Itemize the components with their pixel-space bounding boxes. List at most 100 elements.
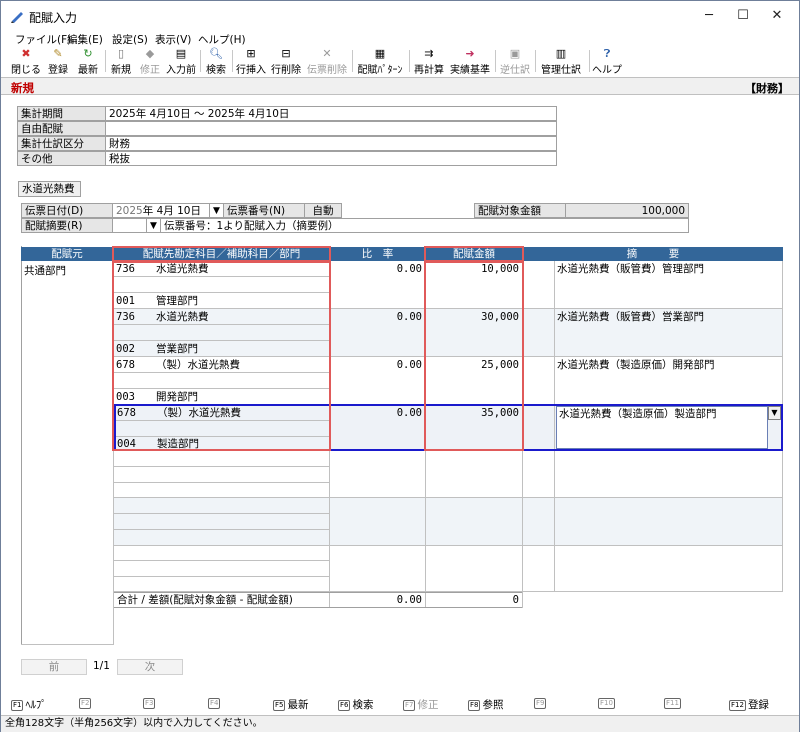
memo-cell[interactable]: 水道光熱費（販管費）管理部門 [557, 263, 704, 276]
table-row[interactable]: 678 （製）水道光熱費 003 開発部門 0.00 25,000 水道光熱費（… [114, 357, 782, 405]
slip-date-field[interactable]: 2025年 4月 10日 [112, 203, 210, 218]
fkey-f2[interactable]: F2 [79, 697, 93, 709]
fkey-f7[interactable]: F7 修正 [403, 697, 438, 712]
slip-delete-button[interactable]: ✕ 伝票削除 [306, 47, 348, 76]
total-label: 合計 / 差額(配賦対象金額 - 配賦金額) [117, 594, 293, 606]
fkey-f11[interactable]: F11 [664, 697, 683, 709]
menu-file[interactable]: ファイル(F) [15, 32, 71, 47]
slip-number-label: 伝票番号(N) [223, 203, 305, 218]
fkey-f9[interactable]: F9 [534, 697, 548, 709]
amount-cell[interactable]: 10,000 [426, 263, 519, 276]
amount-cell[interactable]: 35,000 [426, 407, 519, 420]
amount-cell[interactable]: 25,000 [426, 359, 519, 372]
grid-header-ratio: 比 率 [330, 247, 425, 261]
empty-rows [114, 452, 782, 592]
pattern-button[interactable]: ▦ 配賦ﾊﾟﾀｰﾝ [355, 47, 405, 76]
new-button[interactable]: ▯ 新規 [108, 47, 134, 76]
close-doc-icon: ✖ [21, 47, 31, 60]
help-button[interactable]: ❓︎ ヘルプ [592, 47, 622, 76]
summary-field[interactable]: 伝票番号：1より配賦入力（摘要例） [160, 218, 689, 233]
memo-cell[interactable]: 水道光熱費（販管費）営業部門 [557, 311, 704, 324]
memo-cell[interactable]: 水道光熱費（製造原価）開発部門 [557, 359, 715, 372]
fkey-f1[interactable]: F1 ﾍﾙﾌﾟ [11, 697, 46, 712]
reverse-button[interactable]: ▣ 逆仕訳 [498, 47, 532, 76]
summary-label: 配賦摘要(R) [21, 218, 113, 233]
ratio-cell[interactable]: 0.00 [330, 359, 422, 372]
table-row[interactable]: 736 水道光熱費 001 管理部門 0.00 10,000 水道光熱費（販管費… [114, 261, 782, 309]
journal-class-value: 財務 [105, 136, 557, 151]
fkey-f5[interactable]: F5 最新 [273, 697, 308, 712]
close-window-button[interactable]: ✕ [759, 5, 795, 27]
chevron-down-icon: ▼ [150, 221, 157, 231]
toolbar: ✖ 閉じる ✎ 登録 ↻ 最新 ▯ 新規 ◆ 修正 ▤ 入力前 🔍︎ 検索 ⊞ … [1, 47, 799, 76]
summary-dropdown-button[interactable]: ▼ [146, 218, 161, 233]
ratio-cell[interactable]: 0.00 [330, 311, 422, 324]
other-label: その他 [17, 151, 106, 166]
menu-help[interactable]: ヘルプ(H) [198, 32, 246, 47]
modify-button[interactable]: ◆ 修正 [137, 47, 163, 76]
amount-cell[interactable]: 30,000 [426, 311, 519, 324]
app-icon [11, 12, 23, 23]
prev-page-button[interactable]: 前 [21, 659, 87, 675]
ratio-cell[interactable]: 0.00 [330, 263, 422, 276]
dept-code: 004 [117, 438, 136, 450]
mode-label: 新規 [11, 81, 34, 95]
chevron-down-icon: ▼ [771, 408, 778, 417]
help-icon: ❓︎ [603, 47, 611, 60]
register-icon: ✎ [53, 47, 63, 60]
total-amount: 0 [512, 594, 519, 606]
dept-name: 営業部門 [156, 343, 198, 355]
acct-code: 678 [117, 407, 136, 419]
modify-icon: ◆ [145, 47, 155, 60]
refresh-button[interactable]: ↻ 最新 [75, 47, 101, 76]
memo-input[interactable]: 水道光熱費（製造原価）製造部門 [556, 406, 768, 449]
row-insert-button[interactable]: ⊞ 行挿入 [235, 47, 267, 76]
menu-settings[interactable]: 設定(S) [112, 32, 148, 47]
close-button[interactable]: ✖ 閉じる [11, 47, 41, 76]
mgmt-button[interactable]: ▥ 管理仕訳 [538, 47, 584, 76]
recalc-button[interactable]: ⇉ 再計算 [412, 47, 446, 76]
total-ratio: 0.00 [396, 594, 422, 606]
acct-code: 678 [116, 359, 135, 371]
target-amount-label: 配賦対象金額 [474, 203, 566, 218]
memo-dropdown-button[interactable]: ▼ [768, 406, 781, 420]
ratio-cell[interactable]: 0.00 [330, 407, 422, 420]
summary-code-field[interactable] [112, 218, 147, 233]
input-prev-icon: ▤ [175, 47, 187, 60]
free-alloc-value [105, 121, 557, 136]
maximize-button[interactable]: ☐ [725, 5, 761, 27]
other-value: 税抜 [105, 151, 557, 166]
menu-edit[interactable]: 編集(E) [67, 32, 103, 47]
fkey-f3[interactable]: F3 [143, 697, 157, 709]
search-icon: 🔍︎ [209, 47, 223, 60]
acct-code: 736 [116, 263, 135, 275]
acct-name: 水道光熱費 [156, 311, 209, 323]
row-delete-button[interactable]: ⊟ 行削除 [270, 47, 302, 76]
free-alloc-label: 自由配賦 [17, 121, 106, 136]
register-button[interactable]: ✎ 登録 [45, 47, 71, 76]
fkey-f6[interactable]: F6 検索 [338, 697, 373, 712]
target-amount-value: 100,000 [565, 203, 689, 218]
fkey-f12[interactable]: F12 登録 [729, 697, 769, 712]
fkey-f8[interactable]: F8 参照 [468, 697, 503, 712]
account-label: 【財務】 [745, 82, 789, 95]
dept-name: 製造部門 [157, 438, 199, 450]
actual-base-button[interactable]: ➜ 実績基準 [449, 47, 491, 76]
search-button[interactable]: 🔍︎ 検索 [203, 47, 229, 76]
journal-class-label: 集計仕訳区分 [17, 136, 106, 151]
fkey-f10[interactable]: F10 [598, 697, 617, 709]
mgmt-icon: ▥ [555, 47, 567, 60]
row-delete-icon: ⊟ [281, 47, 291, 60]
next-page-button[interactable]: 次 [117, 659, 183, 675]
period-value: 2025年 4月10日 〜 2025年 4月10日 [105, 106, 557, 121]
fkey-f4[interactable]: F4 [208, 697, 222, 709]
title-bar: 配賦入力 ─ ☐ ✕ [1, 1, 799, 31]
status-bar: 全角128文字（半角256文字）以内で入力してください。 [1, 715, 799, 732]
table-row[interactable]: 736 水道光熱費 002 営業部門 0.00 30,000 水道光熱費（販管費… [114, 309, 782, 357]
input-prev-button[interactable]: ▤ 入力前 [165, 47, 197, 76]
menu-view[interactable]: 表示(V) [155, 32, 191, 47]
minimize-button[interactable]: ─ [691, 5, 727, 27]
table-row-selected[interactable]: 678 （製）水道光熱費 004 製造部門 0.00 35,000 水道光熱費（… [114, 404, 783, 451]
window-title: 配賦入力 [29, 11, 78, 25]
date-dropdown-button[interactable]: ▼ [209, 203, 224, 218]
